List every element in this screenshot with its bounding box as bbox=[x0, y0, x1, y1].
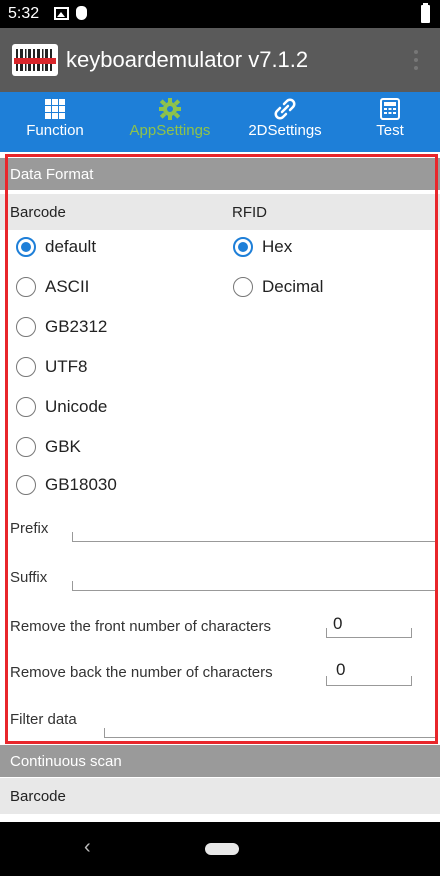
barcode-logo-icon bbox=[12, 44, 58, 76]
filter-data-label: Filter data bbox=[10, 711, 77, 728]
continuous-scan-header: Continuous scan bbox=[0, 745, 440, 777]
prefix-input[interactable] bbox=[72, 532, 438, 542]
tab-function-label: Function bbox=[26, 122, 84, 139]
radio-unselected-icon bbox=[16, 357, 36, 377]
tab-test[interactable]: Test bbox=[340, 92, 440, 152]
radio-label: Unicode bbox=[45, 397, 108, 416]
tab-function[interactable]: Function bbox=[0, 92, 110, 152]
tab-2dsettings[interactable]: 2DSettings bbox=[230, 92, 340, 152]
radio-unselected-icon bbox=[16, 397, 36, 417]
link-icon bbox=[274, 98, 296, 120]
format-subheader: Barcode RFID bbox=[0, 194, 440, 230]
radio-selected-icon bbox=[16, 237, 36, 257]
radio-label: default bbox=[45, 237, 97, 256]
home-icon[interactable] bbox=[205, 843, 239, 855]
radio-unselected-icon bbox=[233, 277, 253, 297]
status-bar: 5:32 bbox=[0, 0, 440, 28]
prefix-label: Prefix bbox=[10, 520, 49, 537]
radio-unselected-icon bbox=[16, 277, 36, 297]
suffix-input[interactable] bbox=[72, 581, 438, 591]
remove-front-label: Remove the front number of characters bbox=[10, 618, 271, 635]
back-icon[interactable]: ‹ bbox=[84, 836, 91, 859]
tab-2dsettings-label: 2DSettings bbox=[248, 122, 322, 139]
navigation-bar: ‹ bbox=[0, 822, 440, 876]
radio-unselected-icon bbox=[16, 437, 36, 457]
continuous-scan-subheader: Barcode bbox=[0, 778, 440, 814]
app-bar: keyboardemulator v7.1.2 bbox=[0, 28, 440, 92]
radio-label: GB18030 bbox=[45, 475, 117, 494]
remove-back-input[interactable] bbox=[326, 676, 412, 686]
calculator-icon bbox=[380, 98, 400, 120]
tab-bar: Function AppSettings 2DSettings Test bbox=[0, 92, 440, 152]
tab-test-label: Test bbox=[376, 122, 404, 139]
tab-appsettings-label: AppSettings bbox=[129, 122, 211, 139]
radio-label: UTF8 bbox=[45, 357, 88, 376]
status-time: 5:32 bbox=[8, 5, 40, 22]
data-format-header: Data Format bbox=[0, 158, 440, 190]
filter-data-input[interactable] bbox=[104, 728, 438, 738]
tab-appsettings[interactable]: AppSettings bbox=[110, 92, 230, 152]
remove-back-label: Remove back the number of characters bbox=[10, 664, 273, 681]
remove-front-input[interactable] bbox=[326, 628, 412, 638]
barcode-column-label: Barcode bbox=[10, 204, 66, 221]
radio-unselected-icon bbox=[16, 475, 36, 495]
radio-unselected-icon bbox=[16, 317, 36, 337]
app-title: keyboardemulator v7.1.2 bbox=[66, 47, 309, 72]
continuous-scan-title: Continuous scan bbox=[10, 753, 122, 770]
continuous-barcode-label: Barcode bbox=[10, 788, 66, 805]
radio-label: GBK bbox=[45, 437, 81, 456]
grid-icon bbox=[45, 99, 65, 119]
radio-label: Hex bbox=[262, 237, 293, 256]
rfid-column-label: RFID bbox=[232, 204, 267, 221]
radio-label: GB2312 bbox=[45, 317, 108, 336]
image-notification-icon bbox=[54, 7, 69, 20]
shield-icon bbox=[76, 6, 87, 20]
data-format-title: Data Format bbox=[10, 166, 94, 183]
battery-icon bbox=[421, 3, 430, 23]
suffix-label: Suffix bbox=[10, 569, 48, 586]
radio-selected-icon bbox=[233, 237, 253, 257]
radio-label: ASCII bbox=[45, 277, 90, 296]
radio-label: Decimal bbox=[262, 277, 324, 296]
overflow-menu-icon[interactable] bbox=[414, 50, 418, 74]
gear-icon bbox=[159, 98, 181, 120]
